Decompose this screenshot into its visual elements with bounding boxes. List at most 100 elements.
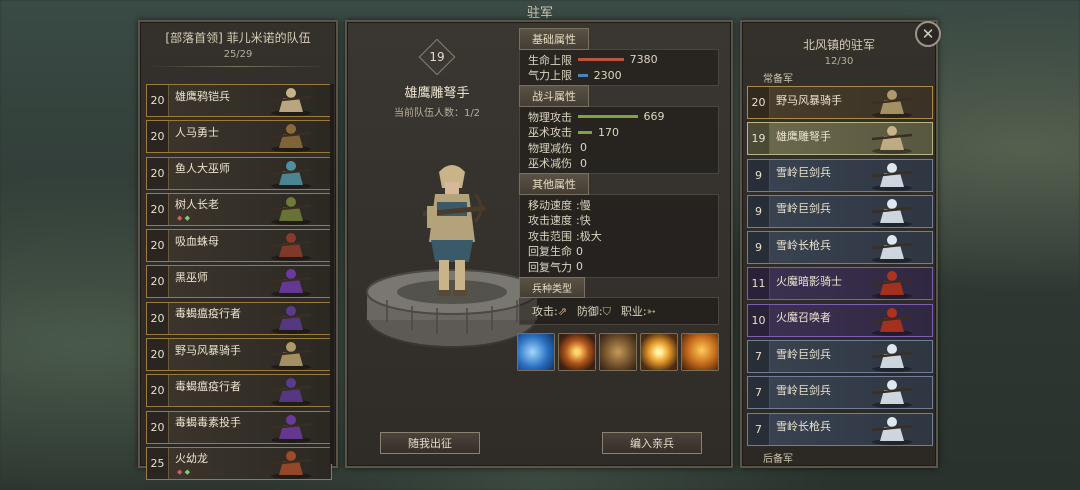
party-unit-row[interactable]: 20 毒蝎瘟疫行者 [146, 301, 332, 335]
golden-ring-icon[interactable] [558, 333, 596, 371]
unit-name: 雪岭长枪兵 [776, 420, 831, 434]
unit-sprite [270, 160, 312, 189]
green-gem-icon: ◆ [184, 213, 191, 222]
unit-sprite [270, 450, 312, 479]
patk-value: 669 [643, 110, 665, 124]
unit-name: 人马勇士 [175, 125, 219, 139]
unit-level: 20 [147, 121, 169, 153]
defense-type-label: 防御: [576, 305, 603, 318]
other-attributes: 其他属性 移动速度:慢 攻击速度:快 攻击范围:极大 回复生命 0 回复气力 0 [519, 173, 719, 278]
rank-gems: ◆ ◆ [177, 214, 190, 222]
unit-level: 9 [748, 159, 770, 191]
assign-guard-button[interactable]: 编入亲兵 [602, 432, 702, 454]
deploy-button[interactable]: 随我出征 [380, 432, 480, 454]
party-unit-row[interactable]: 20 毒蝎瘟疫行者 [146, 374, 332, 408]
party-unit-row[interactable]: 20 鱼人大巫师 [146, 156, 332, 190]
red-gem-icon: ◆ [177, 213, 183, 222]
garrison-unit-row[interactable]: 19 雄鹰雕弩手 [747, 122, 933, 156]
wind-slash-icon[interactable] [517, 333, 555, 371]
garrison-unit-row[interactable]: 9 雪岭长枪兵 [747, 231, 933, 265]
orb-explosion-icon[interactable] [681, 333, 719, 371]
close-icon[interactable]: ✕ [915, 21, 941, 47]
attr-label: 回复生命 [528, 245, 572, 259]
bow-icon: ➳ [646, 305, 656, 318]
sun-burst-icon[interactable] [640, 333, 678, 371]
attr-value: 0 [576, 244, 583, 258]
unit-level: 19 [429, 50, 445, 64]
pdef-row: 物理减伤 0 [528, 140, 710, 156]
unit-name: 雪岭巨剑兵 [776, 347, 831, 361]
other-attr-row: 回复生命 0 [528, 244, 710, 260]
mdef-row: 巫术减伤 0 [528, 156, 710, 172]
hp-value: 7380 [629, 53, 658, 67]
matk-bar [578, 130, 592, 134]
section-regular: 常备军 [763, 74, 793, 85]
party-count: 25/29 [223, 49, 253, 60]
unit-level: 20 [748, 87, 770, 118]
mp-value: 2300 [593, 68, 622, 82]
shield-icon: ⛉ [602, 305, 611, 318]
unit-sprite [270, 269, 312, 298]
unit-name: 野马风暴骑手 [776, 93, 842, 107]
unit-name: 雪岭长枪兵 [776, 238, 831, 252]
party-title: [部落首领] 菲儿米诺的队伍 [165, 31, 311, 45]
garrison-unit-row[interactable]: 10 火魔召唤者 [747, 303, 933, 337]
green-gem-icon: ◆ [184, 467, 191, 476]
patk-label: 物理攻击 [528, 110, 572, 124]
garrison-unit-row[interactable]: 11 火魔暗影骑士 [747, 267, 933, 301]
unit-level: 11 [748, 268, 770, 300]
party-unit-row[interactable]: 20 黑巫师 [146, 265, 332, 299]
unit-sprite [270, 305, 312, 334]
unit-level: 20 [147, 411, 169, 443]
unit-level: 20 [147, 230, 169, 262]
mdef-label: 巫术减伤 [528, 157, 572, 171]
garrison-unit-row[interactable]: 9 雪岭巨剑兵 [747, 158, 933, 192]
mdef-value: 0 [580, 156, 587, 170]
garrison-unit-row[interactable]: 7 雪岭巨剑兵 [747, 340, 933, 374]
scrollbar[interactable] [330, 84, 334, 464]
attack-type: 攻击:⇗ [532, 303, 567, 319]
party-unit-row[interactable]: 20 毒蝎毒素投手 [146, 410, 332, 444]
garrison-unit-row[interactable]: 7 雪岭巨剑兵 [747, 376, 933, 410]
attr-label: 回复气力 [528, 260, 572, 274]
unit-level: 25 [147, 447, 169, 479]
fist-icon[interactable] [599, 333, 637, 371]
unit-name: 火魔召唤者 [776, 311, 831, 325]
unit-name: 火魔暗影骑士 [776, 274, 842, 288]
garrison-panel: 北风镇的驻军 12/30 常备军 20 野马风暴骑手 19 雄鹰雕弩手 9 雪岭巨剑兵… [740, 20, 938, 468]
base-attributes: 基础属性 生命上限 7380 气力上限 2300 [519, 28, 719, 86]
party-unit-row[interactable]: 20 树人长老 ◆ ◆ [146, 192, 332, 226]
attack-type-label: 攻击: [532, 305, 558, 318]
unit-level: 20 [147, 193, 169, 225]
party-unit-row[interactable]: 20 雄鹰鸦铠兵 [146, 84, 332, 117]
unit-name: 雄鹰雕弩手 [404, 86, 470, 101]
rank-gems: ◆ ◆ [177, 468, 190, 476]
party-unit-row[interactable]: 20 吸血蛛母 [146, 229, 332, 263]
unit-name: 黑巫师 [175, 270, 208, 284]
unit-sprite [270, 124, 312, 153]
garrison-unit-row[interactable]: 9 雪岭巨剑兵 [747, 194, 933, 228]
garrison-count: 12/30 [824, 56, 854, 67]
combat-attributes: 战斗属性 物理攻击 669 巫术攻击 170 物理减伤 0 巫术减伤 0 [519, 85, 719, 174]
attr-value: :极大 [576, 229, 602, 243]
unit-name: 雄鹰鸦铠兵 [175, 89, 230, 103]
unit-name: 火幼龙 [175, 452, 208, 466]
unit-sprite [871, 90, 913, 118]
patk-row: 物理攻击 669 [528, 109, 710, 125]
unit-sprite [871, 380, 913, 409]
section-reserve: 后备军 [763, 454, 793, 465]
unit-name: 雪岭巨剑兵 [776, 383, 831, 397]
garrison-unit-row[interactable]: 7 雪岭长枪兵 [747, 412, 933, 446]
unit-sprite [270, 414, 312, 443]
party-unit-row[interactable]: 20 人马勇士 [146, 120, 332, 154]
party-unit-row[interactable]: 20 野马风暴骑手 [146, 338, 332, 372]
unit-sprite [871, 162, 913, 191]
unit-sprite [270, 88, 312, 116]
unit-level: 20 [147, 157, 169, 189]
party-unit-row[interactable]: 25 火幼龙 ◆ ◆ [146, 446, 332, 480]
garrison-unit-row[interactable]: 20 野马风暴骑手 [747, 86, 933, 119]
unit-name: 野马风暴骑手 [175, 343, 241, 357]
pdef-label: 物理减伤 [528, 141, 572, 155]
unit-level: 20 [147, 302, 169, 334]
unit-sprite [871, 235, 913, 264]
